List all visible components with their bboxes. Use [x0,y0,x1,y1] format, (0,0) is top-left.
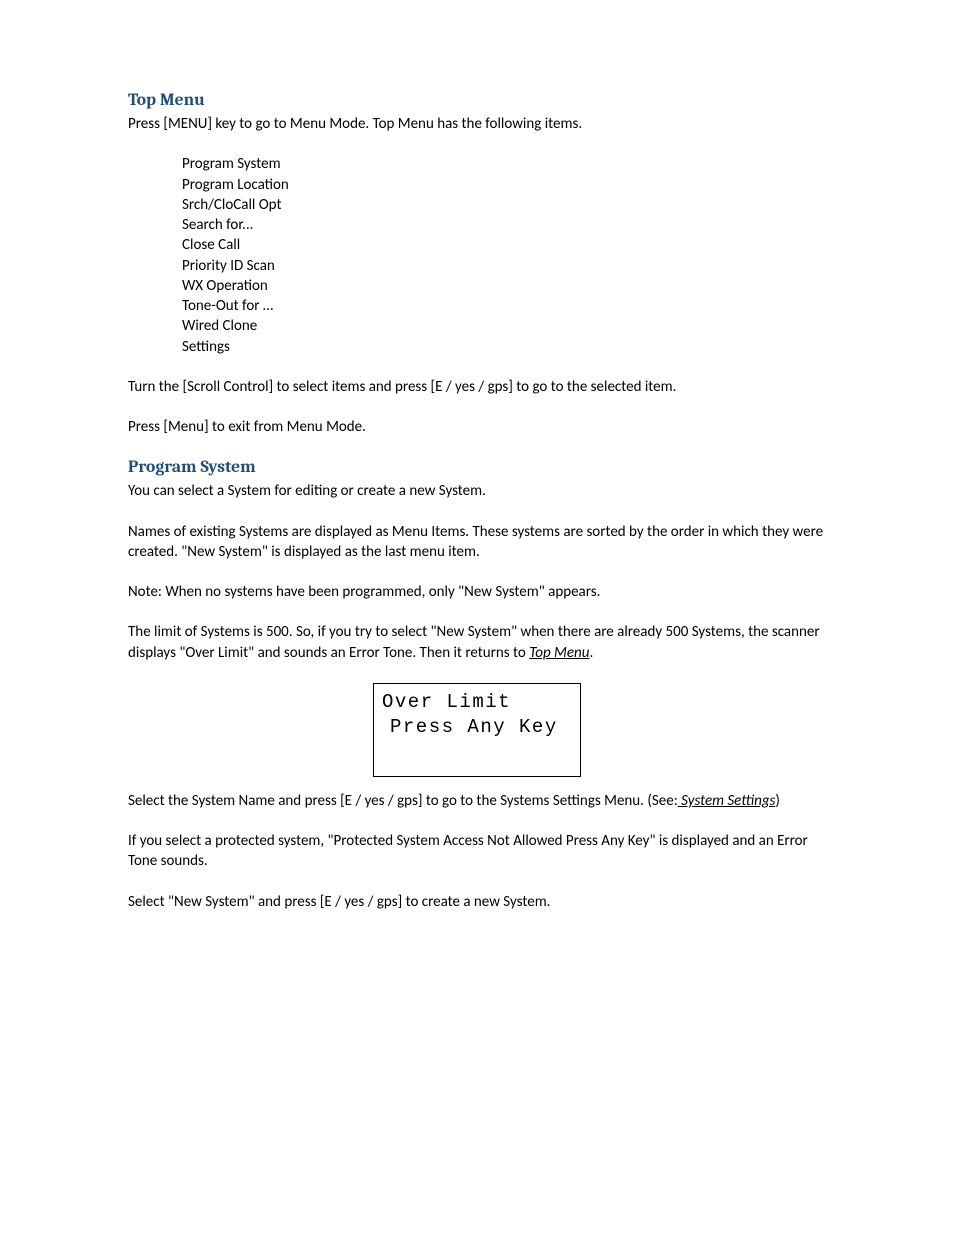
menu-item: Tone-Out for … [182,296,826,316]
lcd-line-1: Over Limit [382,690,572,716]
para-ps-4: The limit of Systems is 500. So, if you … [128,622,826,663]
menu-item: Wired Clone [182,316,826,336]
para-top-menu-intro: Press [MENU] key to go to Menu Mode. Top… [128,114,826,134]
menu-item: Settings [182,337,826,357]
menu-item: Priority ID Scan [182,256,826,276]
menu-item: Program System [182,154,826,174]
lcd-display: Over Limit Press Any Key [373,683,581,777]
menu-item: Srch/CloCall Opt [182,195,826,215]
menu-item: Program Location [182,175,826,195]
para-ps-4-text: The limit of Systems is 500. So, if you … [128,623,820,661]
menu-items-list: Program System Program Location Srch/Clo… [182,154,826,357]
para-ps-2: Names of existing Systems are displayed … [128,522,826,563]
para-ps-6: If you select a protected system, "Prote… [128,831,826,872]
para-ps-3: Note: When no systems have been programm… [128,582,826,602]
para-ps-5-text: Select the System Name and press [E / ye… [128,792,678,810]
para-ps-5: Select the System Name and press [E / ye… [128,791,826,811]
lcd-line-2: Press Any Key [382,715,572,741]
link-top-menu[interactable]: Top Menu [529,644,589,662]
page-content: Top Menu Press [MENU] key to go to Menu … [0,0,954,912]
menu-item: WX Operation [182,276,826,296]
heading-top-menu: Top Menu [128,90,826,110]
para-ps-5-post: ) [775,792,780,810]
para-scroll-control: Turn the [Scroll Control] to select item… [128,377,826,397]
menu-item: Close Call [182,235,826,255]
para-exit-menu: Press [Menu] to exit from Menu Mode. [128,417,826,437]
link-system-settings[interactable]: System Settings [678,792,776,810]
para-ps-7: Select "New System" and press [E / yes /… [128,892,826,912]
menu-item: Search for... [182,215,826,235]
heading-program-system: Program System [128,457,826,477]
para-ps-4-post: . [589,644,593,662]
para-ps-1: You can select a System for editing or c… [128,481,826,501]
